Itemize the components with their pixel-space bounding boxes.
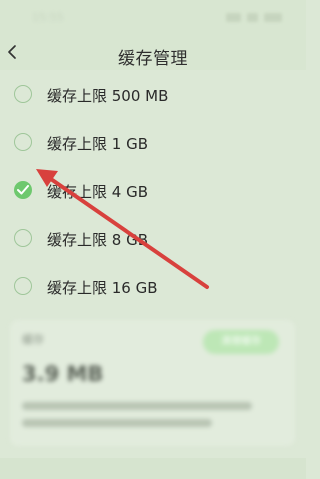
radio-button-selected[interactable]	[14, 181, 32, 199]
cache-limit-label: 缓存上限 4 GB	[47, 183, 148, 201]
checkmark-icon	[17, 185, 29, 195]
radio-button[interactable]	[14, 133, 32, 151]
header-bar: 缓存管理	[0, 40, 306, 70]
cache-limit-label: 缓存上限 8 GB	[47, 231, 148, 249]
cache-limit-option-1gb[interactable]: 缓存上限 1 GB	[0, 120, 306, 168]
radio-button[interactable]	[14, 229, 32, 247]
blurred-description-line	[22, 419, 212, 427]
status-time: 15:55	[32, 11, 64, 24]
signal-icon	[226, 13, 241, 22]
bottom-bar	[0, 458, 306, 479]
radio-button[interactable]	[14, 277, 32, 295]
cache-limit-option-4gb[interactable]: 缓存上限 4 GB	[0, 168, 306, 216]
cache-limit-option-8gb[interactable]: 缓存上限 8 GB	[0, 216, 306, 264]
page-title: 缓存管理	[118, 49, 188, 69]
cache-limit-option-16gb[interactable]: 缓存上限 16 GB	[0, 264, 306, 312]
cache-limit-options: 缓存上限 500 MB 缓存上限 1 GB 缓存上限 4 GB 缓存上限 8 G…	[0, 72, 306, 312]
radio-button[interactable]	[14, 85, 32, 103]
cache-card-title: 缓存	[22, 333, 44, 346]
cache-limit-option-500mb[interactable]: 缓存上限 500 MB	[0, 72, 306, 120]
status-icons	[226, 13, 282, 23]
blurred-description-line	[22, 402, 252, 410]
cache-limit-label: 缓存上限 16 GB	[47, 279, 158, 297]
wifi-icon	[246, 13, 258, 22]
cache-limit-label: 缓存上限 500 MB	[47, 87, 169, 105]
cache-limit-label: 缓存上限 1 GB	[47, 135, 148, 153]
cache-size-value: 3.9 MB	[22, 362, 104, 386]
clear-cache-button[interactable]: 清理缓存	[203, 330, 279, 354]
cache-info-card: 缓存 清理缓存 3.9 MB	[10, 320, 295, 446]
battery-icon	[263, 13, 282, 22]
status-bar: 15:55	[0, 0, 306, 40]
